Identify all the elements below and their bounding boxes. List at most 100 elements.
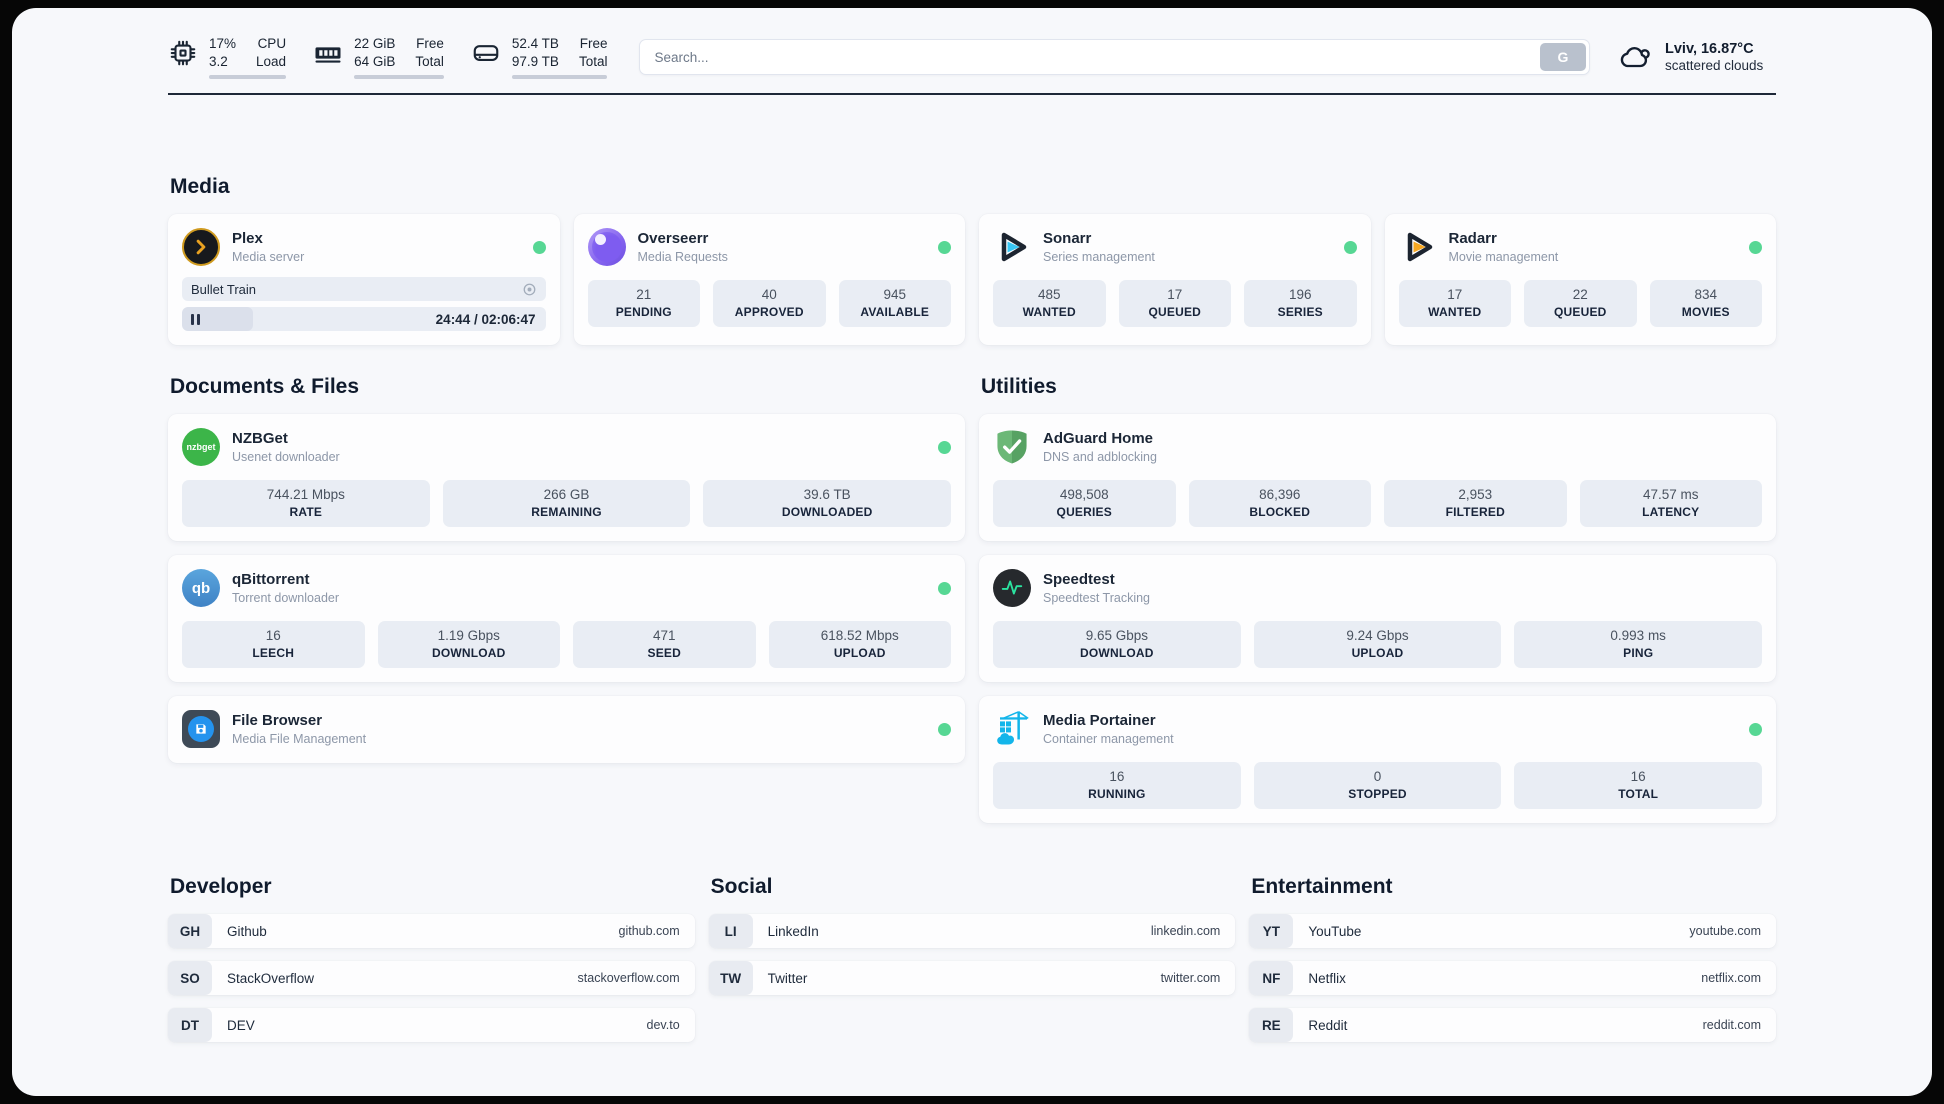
overseerr-name: Overseerr xyxy=(637,230,709,247)
adguard-stat-queries: 498,508 QUERIES xyxy=(993,480,1176,527)
bookmark-abbr: NF xyxy=(1249,961,1294,995)
overseerr-card[interactable]: Overseerr Media Requests 21 PENDING 40 A… xyxy=(573,214,965,345)
disk-free-value: 52.4 TB xyxy=(511,36,559,51)
adguard-card[interactable]: AdGuard Home DNS and adblocking 498,508 … xyxy=(979,414,1776,541)
bookmark-abbr: LI xyxy=(708,914,753,948)
utilities-section-title: Utilities xyxy=(981,375,1057,398)
sonarr-card[interactable]: Sonarr Series management 485 WANTED 17 Q… xyxy=(979,214,1371,345)
section-documents: Documents & Files nzbget NZBGet Usenet d… xyxy=(168,375,965,763)
cpu-usage-value: 17% xyxy=(209,36,237,51)
speedtest-stat-ping: 0.993 ms PING xyxy=(1514,621,1763,668)
overseerr-stat-approved: 40 APPROVED xyxy=(713,280,826,327)
social-section-title: Social xyxy=(710,875,773,898)
pause-icon xyxy=(191,313,200,325)
qbittorrent-name: qBittorrent xyxy=(232,571,310,588)
bookmark-name: LinkedIn xyxy=(767,923,819,939)
bookmark-reddit[interactable]: RE Reddit reddit.com xyxy=(1249,1008,1776,1042)
disk-total-value: 97.9 TB xyxy=(511,53,559,69)
now-playing-title: Bullet Train xyxy=(191,281,257,297)
nzbget-stat-remaining: 266 GB REMAINING xyxy=(442,480,691,527)
portainer-name: Media Portainer xyxy=(1043,712,1156,729)
bookmark-url: netflix.com xyxy=(1701,971,1761,985)
developer-section-title: Developer xyxy=(170,875,272,898)
qbittorrent-icon: qb xyxy=(182,569,220,607)
bookmark-name: Reddit xyxy=(1308,1017,1348,1033)
bookmark-abbr: SO xyxy=(168,961,212,995)
nzbget-status-dot xyxy=(938,440,951,454)
header-divider xyxy=(168,93,1776,95)
speedtest-name: Speedtest xyxy=(1043,571,1115,588)
adguard-subtitle: DNS and adblocking xyxy=(1043,450,1157,464)
sonarr-stat-queued: 17 QUEUED xyxy=(1118,280,1231,327)
bookmark-stackoverflow[interactable]: SO StackOverflow stackoverflow.com xyxy=(168,961,695,995)
cpu-load-label: Load xyxy=(256,53,287,69)
filebrowser-subtitle: Media File Management xyxy=(232,732,367,746)
bookmark-name: Netflix xyxy=(1308,970,1346,986)
radarr-card[interactable]: Radarr Movie management 17 WANTED 22 QUE… xyxy=(1384,214,1776,345)
bookmark-dev[interactable]: DT DEV dev.to xyxy=(168,1008,695,1042)
section-media: Media Plex Media server Bullet Train 24:… xyxy=(168,175,1776,345)
overseerr-stat-pending: 21 PENDING xyxy=(587,280,700,327)
sonarr-stat-wanted: 485 WANTED xyxy=(993,280,1106,327)
sonarr-status-dot xyxy=(1343,240,1357,254)
radarr-icon xyxy=(1399,228,1437,266)
adguard-stat-filtered: 2,953 FILTERED xyxy=(1384,480,1567,527)
section-utilities: Utilities AdGuard Home DNS and adblockin… xyxy=(979,375,1776,823)
filebrowser-card[interactable]: File Browser Media File Management xyxy=(168,696,965,763)
cpu-usage-label: CPU xyxy=(257,36,287,51)
sonarr-icon xyxy=(993,228,1031,266)
portainer-icon xyxy=(993,710,1031,748)
section-social: Social LI LinkedIn linkedin.com TW Twitt… xyxy=(708,875,1236,995)
sonarr-subtitle: Series management xyxy=(1043,250,1155,264)
bookmark-url: dev.to xyxy=(646,1018,680,1032)
bookmark-url: twitter.com xyxy=(1160,971,1221,985)
bookmark-youtube[interactable]: YT YouTube youtube.com xyxy=(1249,914,1776,948)
speedtest-card[interactable]: Speedtest Speedtest Tracking 9.65 Gbps D… xyxy=(979,555,1776,682)
nzbget-subtitle: Usenet downloader xyxy=(232,450,340,464)
portainer-card[interactable]: Media Portainer Container management 16 … xyxy=(979,696,1776,823)
weather-widget[interactable]: Lviv, 16.87°C scattered clouds xyxy=(1618,41,1776,73)
qbittorrent-stat-download: 1.19 Gbps DOWNLOAD xyxy=(377,621,560,668)
documents-section-title: Documents & Files xyxy=(170,375,360,398)
speedtest-stat-upload: 9.24 Gbps UPLOAD xyxy=(1253,621,1502,668)
nzbget-icon: nzbget xyxy=(182,428,220,466)
disk-progress-bar xyxy=(511,75,608,79)
adguard-stat-latency: 47.57 ms LATENCY xyxy=(1579,480,1762,527)
overseerr-icon xyxy=(587,228,626,266)
bookmark-twitter[interactable]: TW Twitter twitter.com xyxy=(708,961,1236,995)
top-bar: 17% CPU 3.2 Load 22 GiB Free 64 GiB Tota… xyxy=(168,8,1776,79)
speedtest-stat-download: 9.65 Gbps DOWNLOAD xyxy=(993,621,1241,668)
qbittorrent-stat-leech: 16 LEECH xyxy=(182,621,365,668)
plex-card[interactable]: Plex Media server Bullet Train 24:44 / 0… xyxy=(168,214,560,345)
radarr-subtitle: Movie management xyxy=(1448,250,1559,264)
dashboard-screen: 17% CPU 3.2 Load 22 GiB Free 64 GiB Tota… xyxy=(12,8,1932,1096)
bookmark-name: YouTube xyxy=(1308,923,1362,939)
bookmark-linkedin[interactable]: LI LinkedIn linkedin.com xyxy=(708,914,1236,948)
ram-free-value: 22 GiB xyxy=(354,36,396,51)
radarr-stat-movies: 834 MOVIES xyxy=(1649,280,1762,327)
bookmark-abbr: YT xyxy=(1249,914,1294,948)
filebrowser-icon xyxy=(182,710,220,748)
weather-location-temp: Lviv, 16.87°C xyxy=(1665,41,1754,57)
bookmark-github[interactable]: GH Github github.com xyxy=(168,914,695,948)
radarr-status-dot xyxy=(1749,240,1762,254)
system-stats: 17% CPU 3.2 Load 22 GiB Free 64 GiB Tota… xyxy=(168,35,608,79)
bookmark-netflix[interactable]: NF Netflix netflix.com xyxy=(1249,961,1776,995)
sonarr-name: Sonarr xyxy=(1043,230,1092,247)
ram-icon xyxy=(315,47,341,63)
cpu-load-value: 3.2 xyxy=(209,53,228,69)
cpu-stat: 17% CPU 3.2 Load xyxy=(168,35,287,79)
search-engine-button[interactable]: G xyxy=(1540,43,1586,71)
qbittorrent-subtitle: Torrent downloader xyxy=(232,591,340,605)
ram-free-label: Free xyxy=(416,36,444,51)
ram-total-value: 64 GiB xyxy=(354,53,396,69)
overseerr-status-dot xyxy=(938,240,951,254)
search-input[interactable] xyxy=(640,40,1537,74)
bookmark-url: github.com xyxy=(618,924,680,938)
weather-condition: scattered clouds xyxy=(1665,58,1764,73)
qbittorrent-card[interactable]: qb qBittorrent Torrent downloader 16 LEE… xyxy=(168,555,965,682)
nzbget-stat-rate: 744.21 Mbps RATE xyxy=(182,480,430,527)
nzbget-card[interactable]: nzbget NZBGet Usenet downloader 744.21 M… xyxy=(168,414,965,541)
bookmark-name: Github xyxy=(227,923,267,939)
nzbget-stat-downloaded: 39.6 TB DOWNLOADED xyxy=(703,480,952,527)
